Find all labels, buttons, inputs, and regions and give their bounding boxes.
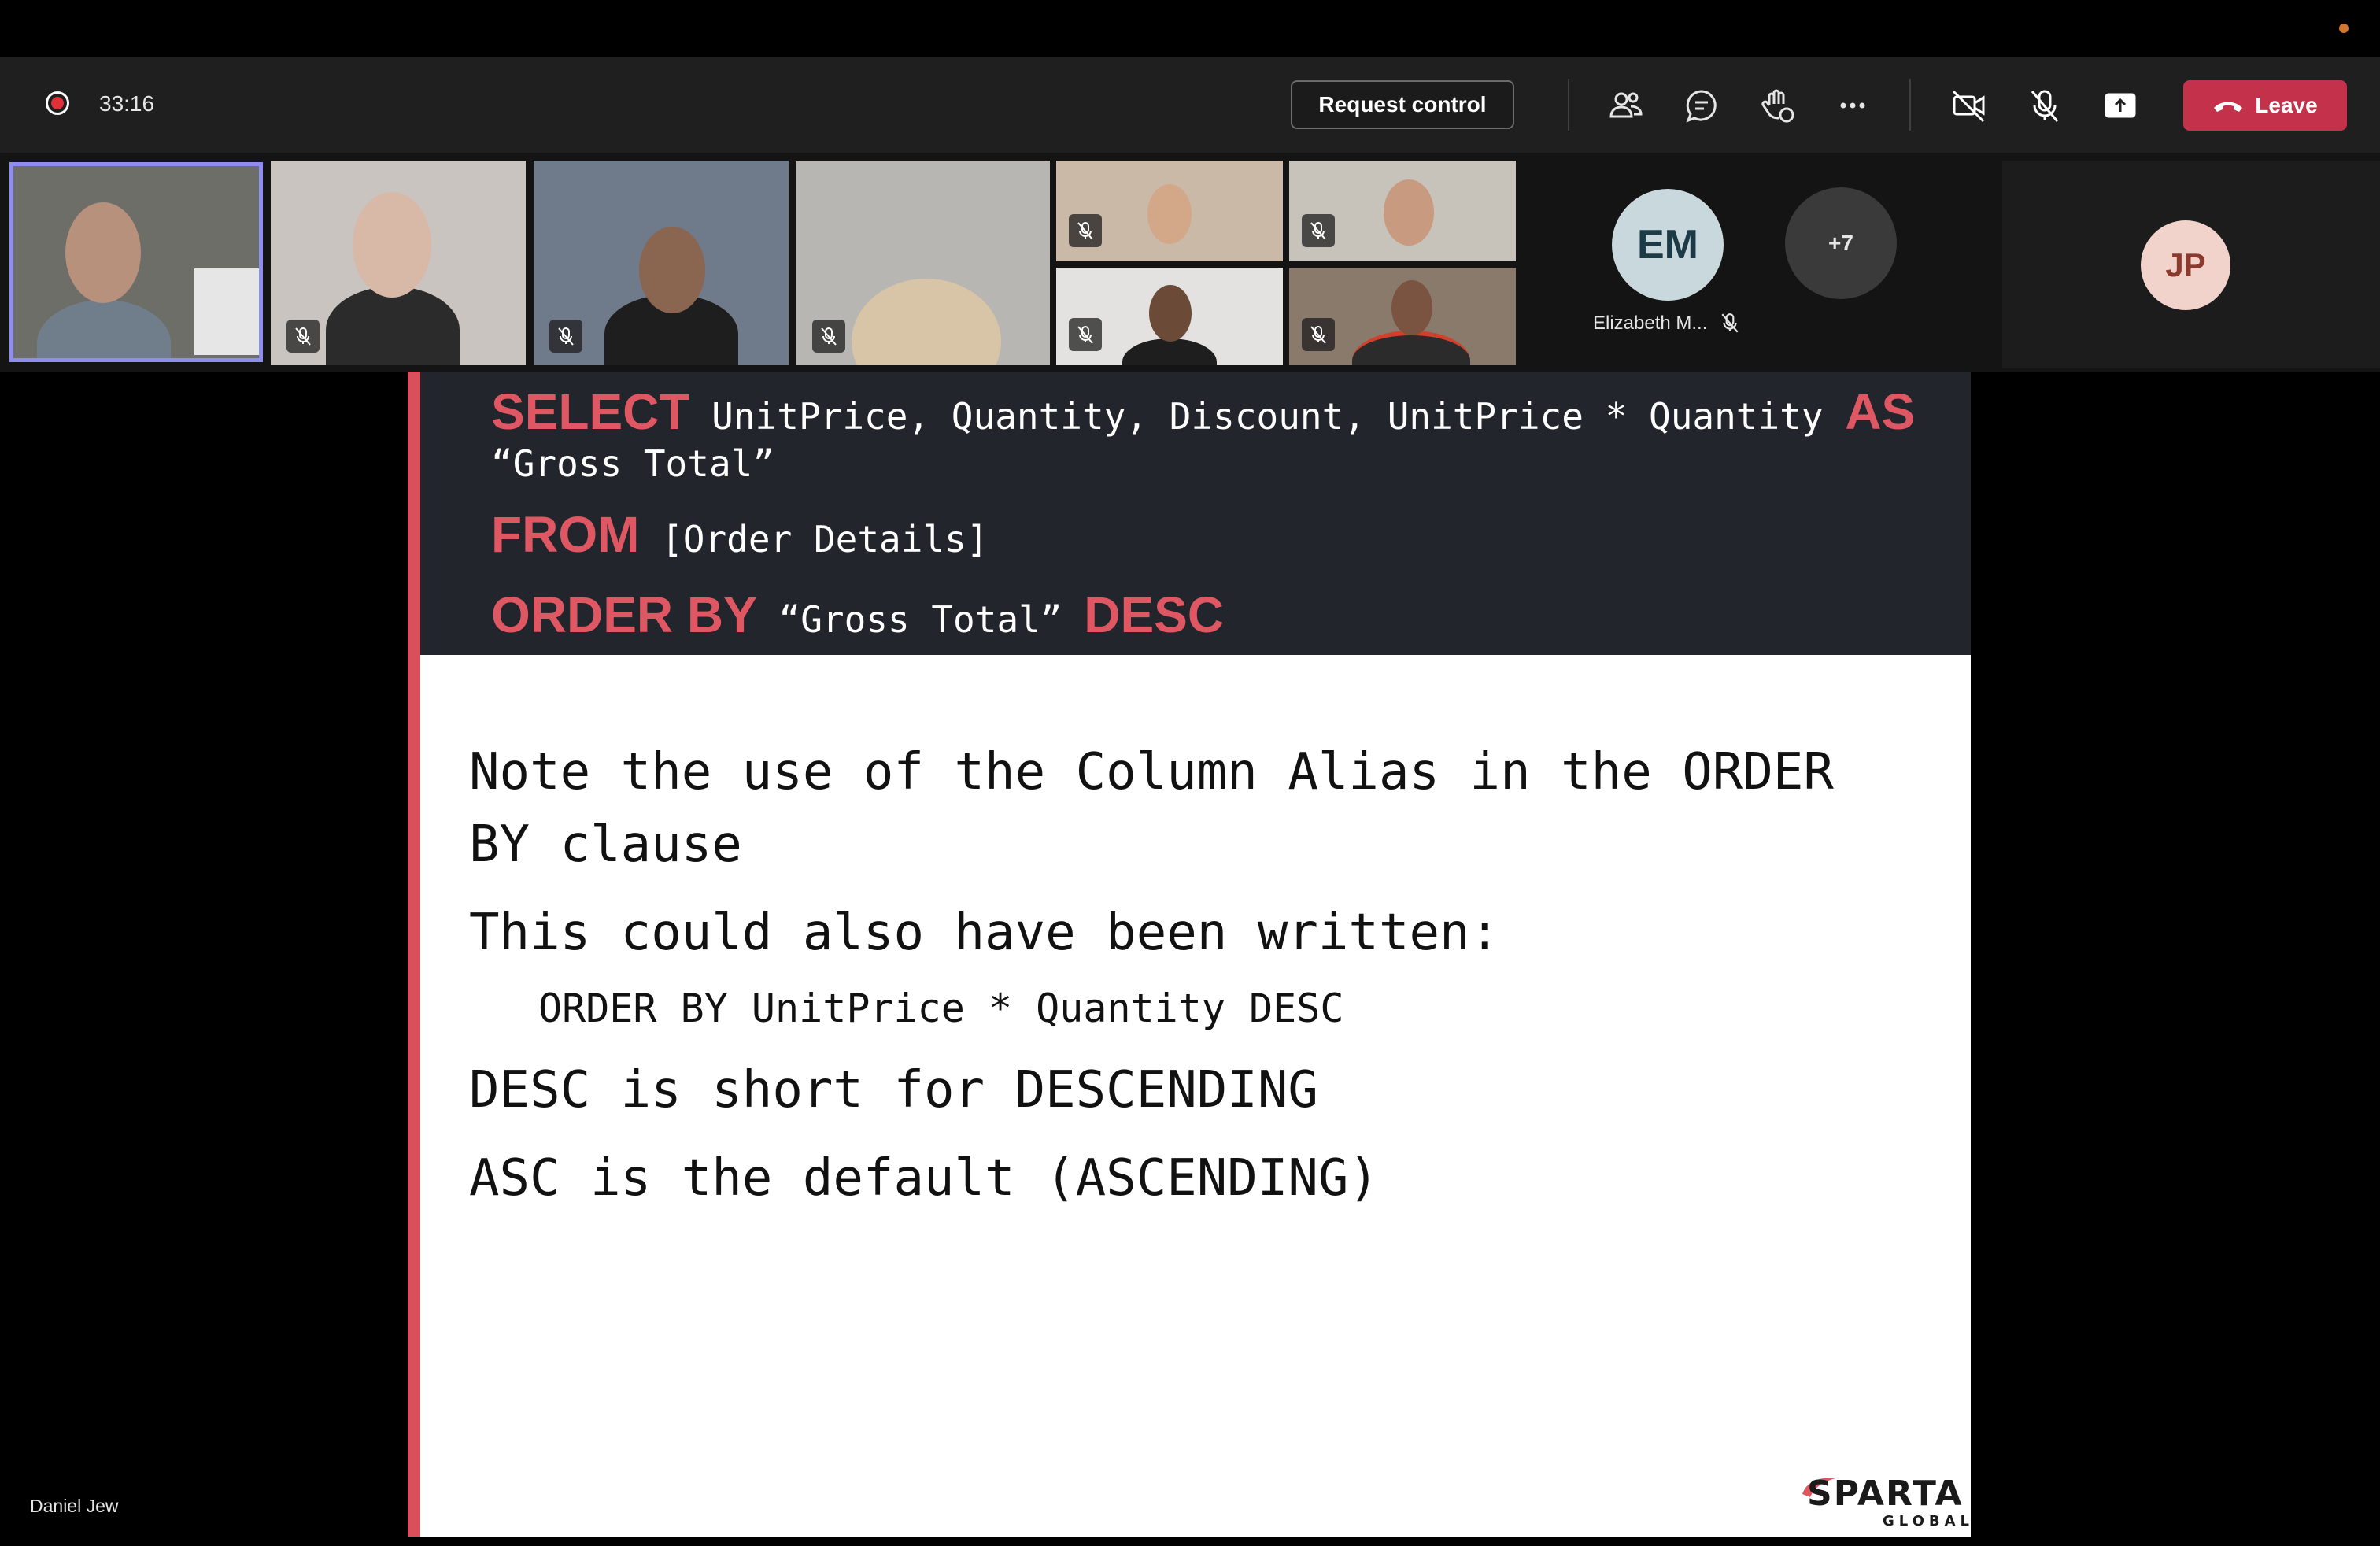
- slide-note: This could also have been written:: [469, 904, 1501, 962]
- video-tile[interactable]: [1289, 161, 1516, 261]
- share-screen-icon[interactable]: [2100, 85, 2141, 126]
- slide-note: BY clause: [469, 816, 742, 874]
- notification-dot: [2339, 24, 2349, 33]
- reactions-icon[interactable]: [1757, 85, 1798, 126]
- participants-icon[interactable]: [1606, 85, 1646, 126]
- participant-avatar-jp[interactable]: JP: [2141, 220, 2230, 310]
- muted-indicator: [1302, 318, 1335, 351]
- code-line-select: SELECT UnitPrice, Quantity, Discount, Un…: [491, 383, 1916, 440]
- code-line-order-by: ORDER BY “Gross Total” DESC: [491, 586, 1225, 643]
- video-tile-active-speaker[interactable]: [9, 162, 263, 362]
- participant-avatar-em[interactable]: EM: [1612, 189, 1724, 301]
- mic-off-icon[interactable]: [2024, 85, 2065, 126]
- participant-name: Elizabeth M...: [1593, 313, 1708, 334]
- code-line-alias: “Gross Total”: [491, 442, 775, 485]
- recording-icon: [46, 91, 69, 115]
- sparta-global-logo: SPARTA GLOBAL: [1799, 1474, 1969, 1533]
- chat-icon[interactable]: [1681, 85, 1722, 126]
- video-tile[interactable]: [1289, 268, 1516, 365]
- video-tile[interactable]: [1056, 268, 1283, 365]
- meeting-toolbar: [0, 57, 2380, 153]
- toolbar-divider: [1909, 79, 1911, 131]
- slide-note: Note the use of the Column Alias in the …: [469, 743, 1834, 801]
- muted-indicator: [286, 320, 320, 353]
- camera-off-icon[interactable]: [1949, 85, 1990, 126]
- toolbar-divider: [1568, 79, 1569, 131]
- slide-accent-bar: [408, 372, 420, 1537]
- mic-off-icon: [1719, 312, 1741, 334]
- video-tile[interactable]: [1056, 161, 1283, 261]
- muted-indicator: [1069, 318, 1102, 351]
- leave-button[interactable]: Leave: [2183, 80, 2347, 131]
- muted-indicator: [812, 320, 845, 353]
- muted-indicator: [549, 320, 582, 353]
- video-tile[interactable]: [271, 161, 526, 365]
- leave-label: Leave: [2255, 93, 2318, 117]
- slide-note-code: ORDER BY UnitPrice * Quantity DESC: [538, 986, 1344, 1031]
- slide-note: ASC is the default (ASCENDING): [469, 1149, 1379, 1208]
- more-options-icon[interactable]: [1832, 85, 1873, 126]
- muted-indicator: [1069, 214, 1102, 247]
- video-tile[interactable]: [534, 161, 789, 365]
- video-tile[interactable]: [796, 161, 1050, 365]
- system-bar: [0, 0, 2380, 57]
- presenter-name-label: Daniel Jew: [30, 1496, 119, 1516]
- code-line-from: FROM [Order Details]: [491, 506, 989, 563]
- request-control-button[interactable]: Request control: [1291, 80, 1514, 129]
- meeting-timer: 33:16: [99, 91, 155, 116]
- slide-note: DESC is short for DESCENDING: [469, 1061, 1318, 1119]
- phone-hangup-icon: [2214, 102, 2243, 112]
- muted-indicator: [1302, 214, 1335, 247]
- more-participants-button[interactable]: +7: [1785, 187, 1897, 299]
